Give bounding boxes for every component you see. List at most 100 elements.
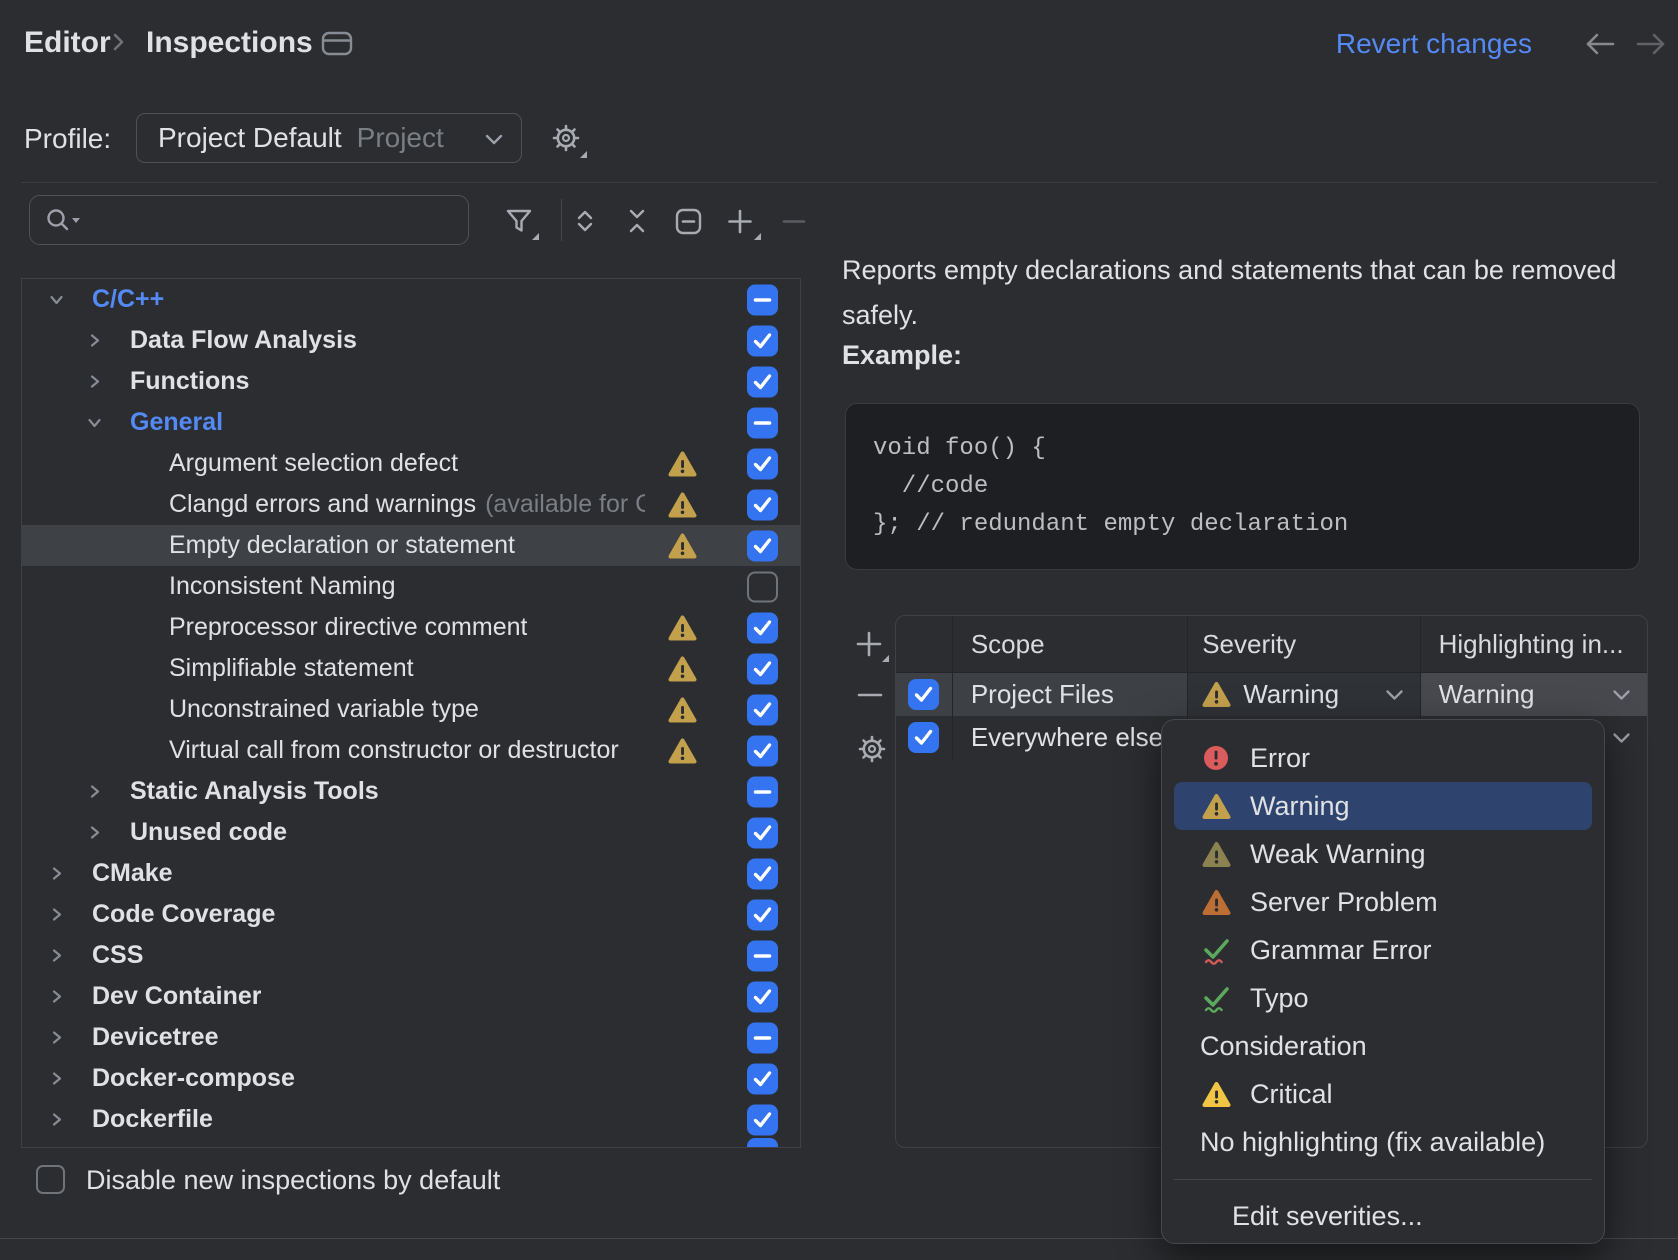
tree-item-c-c[interactable]: C/C++ xyxy=(22,279,800,320)
tree-item-checkbox[interactable] xyxy=(747,1063,778,1094)
tree-item-simplifiable-statement[interactable]: Simplifiable statement xyxy=(22,648,800,689)
tree-item-checkbox[interactable] xyxy=(747,1104,778,1135)
chevron-down-icon xyxy=(485,134,503,145)
tree-item-checkbox[interactable] xyxy=(747,899,778,930)
chevron-right-icon[interactable] xyxy=(48,1111,92,1128)
disable-inspection-icon[interactable] xyxy=(673,206,703,236)
example-label: Example: xyxy=(842,340,962,371)
tree-item-checkbox[interactable] xyxy=(747,858,778,889)
tree-item-checkbox[interactable] xyxy=(747,940,778,971)
tree-item-dev-container[interactable]: Dev Container xyxy=(22,976,800,1017)
tree-item-unconstrained-variable-type[interactable]: Unconstrained variable type xyxy=(22,689,800,730)
tree-item-checkbox[interactable] xyxy=(747,1022,778,1053)
window-icon[interactable] xyxy=(321,30,354,58)
profile-select[interactable]: Project Default Project xyxy=(136,113,522,163)
tree-item-checkbox[interactable] xyxy=(747,612,778,643)
severity-option-server-problem[interactable]: Server Problem xyxy=(1174,878,1592,926)
chevron-right-icon[interactable] xyxy=(86,783,130,800)
chevron-down-icon[interactable] xyxy=(86,414,130,431)
forward-arrow-icon[interactable] xyxy=(1633,31,1669,57)
severity-option-consideration[interactable]: Consideration xyxy=(1174,1022,1592,1070)
code-example: void foo() { //code }; // redundant empt… xyxy=(873,430,1639,544)
tree-item-checkbox[interactable] xyxy=(747,571,778,602)
tree-item-checkbox[interactable] xyxy=(747,407,778,438)
scope-checkbox[interactable] xyxy=(908,679,939,710)
breadcrumb-editor[interactable]: Editor xyxy=(24,26,111,60)
edit-severities-item[interactable]: Edit severities... xyxy=(1162,1192,1604,1240)
tree-item-checkbox[interactable] xyxy=(747,489,778,520)
tree-item-static-analysis-tools[interactable]: Static Analysis Tools xyxy=(22,771,800,812)
tree-item-cmake[interactable]: CMake xyxy=(22,853,800,894)
chevron-right-icon[interactable] xyxy=(48,947,92,964)
disable-new-inspections-checkbox[interactable] xyxy=(36,1165,65,1194)
severity-option-no-highlighting-fix-available[interactable]: No highlighting (fix available) xyxy=(1174,1118,1592,1166)
search-input[interactable] xyxy=(92,204,456,237)
scope-checkbox[interactable] xyxy=(908,722,939,753)
tree-item-docker-compose[interactable]: Docker-compose xyxy=(22,1058,800,1099)
tree-item-argument-selection-defect[interactable]: Argument selection defect xyxy=(22,443,800,484)
tree-item-label: Simplifiable statement xyxy=(169,654,414,683)
remove-inspection-icon[interactable] xyxy=(780,206,808,236)
tree-item-dockerfile[interactable]: Dockerfile xyxy=(22,1099,800,1140)
severity-option-label: Server Problem xyxy=(1250,887,1438,918)
column-highlighting: Highlighting in... xyxy=(1439,629,1624,660)
back-arrow-icon[interactable] xyxy=(1582,31,1618,57)
severity-option-weak-warning[interactable]: Weak Warning xyxy=(1174,830,1592,878)
chevron-right-icon[interactable] xyxy=(48,906,92,923)
tree-item-checkbox[interactable] xyxy=(747,694,778,725)
profile-gear-icon[interactable] xyxy=(549,122,589,160)
tree-item-checkbox[interactable] xyxy=(747,981,778,1012)
tree-item-inconsistent-naming[interactable]: Inconsistent Naming xyxy=(22,566,800,607)
search-field[interactable] xyxy=(29,195,469,245)
chevron-right-icon[interactable] xyxy=(48,988,92,1005)
revert-changes-link[interactable]: Revert changes xyxy=(1336,28,1532,60)
tree-item-label: General xyxy=(130,408,223,437)
chevron-right-icon[interactable] xyxy=(86,332,130,349)
scope-settings-gear-icon[interactable] xyxy=(855,732,889,766)
tree-item-preprocessor-directive-comment[interactable]: Preprocessor directive comment xyxy=(22,607,800,648)
chevron-right-icon[interactable] xyxy=(86,824,130,841)
tree-item-empty-declaration-or-statement[interactable]: Empty declaration or statement xyxy=(22,525,800,566)
severity-cell[interactable]: Warning xyxy=(1188,673,1420,716)
collapse-all-icon[interactable] xyxy=(622,206,652,236)
severity-option-warning[interactable]: Warning xyxy=(1174,782,1592,830)
tree-item-devicetree[interactable]: Devicetree xyxy=(22,1017,800,1058)
expand-all-icon[interactable] xyxy=(570,206,600,236)
highlighting-cell[interactable]: Warning xyxy=(1421,673,1647,716)
tree-item-label: Functions xyxy=(130,367,249,396)
severity-option-grammar-error[interactable]: Grammar Error xyxy=(1174,926,1592,974)
tree-item-checkbox[interactable] xyxy=(747,776,778,807)
severity-option-error[interactable]: Error xyxy=(1174,734,1592,782)
chevron-right-icon[interactable] xyxy=(86,373,130,390)
tree-item-clangd-errors-and-warnings[interactable]: Clangd errors and warnings(available for… xyxy=(22,484,800,525)
tree-item-general[interactable]: General xyxy=(22,402,800,443)
tree-item-checkbox[interactable] xyxy=(747,366,778,397)
scope-row-project-files[interactable]: Project FilesWarningWarning xyxy=(896,673,1647,716)
tree-item-label: Unused code xyxy=(130,818,287,847)
tree-item-checkbox[interactable] xyxy=(747,817,778,848)
tree-item-css[interactable]: CSS xyxy=(22,935,800,976)
tree-item-checkbox[interactable] xyxy=(747,735,778,766)
add-scope-icon[interactable] xyxy=(855,630,891,664)
tree-item-data-flow-analysis[interactable]: Data Flow Analysis xyxy=(22,320,800,361)
tree-item-checkbox[interactable] xyxy=(747,448,778,479)
add-inspection-icon[interactable] xyxy=(725,206,763,242)
tree-item-checkbox[interactable] xyxy=(747,284,778,315)
chevron-right-icon[interactable] xyxy=(48,865,92,882)
severity-option-label: Weak Warning xyxy=(1250,839,1426,870)
tree-item-virtual-call-from-constructor-or-destructor[interactable]: Virtual call from constructor or destruc… xyxy=(22,730,800,771)
chevron-right-icon[interactable] xyxy=(48,1070,92,1087)
remove-scope-icon[interactable] xyxy=(855,681,885,709)
tree-item-code-coverage[interactable]: Code Coverage xyxy=(22,894,800,935)
tree-item-checkbox[interactable] xyxy=(747,325,778,356)
tree-item-unused-code[interactable]: Unused code xyxy=(22,812,800,853)
severity-option-critical[interactable]: Critical xyxy=(1174,1070,1592,1118)
tree-item-label: Virtual call from constructor or destruc… xyxy=(169,736,619,765)
tree-item-checkbox[interactable] xyxy=(747,530,778,561)
chevron-right-icon[interactable] xyxy=(48,1029,92,1046)
tree-item-checkbox[interactable] xyxy=(747,653,778,684)
tree-item-functions[interactable]: Functions xyxy=(22,361,800,402)
severity-option-typo[interactable]: Typo xyxy=(1174,974,1592,1022)
filter-icon[interactable] xyxy=(503,206,541,242)
chevron-down-icon[interactable] xyxy=(48,291,92,308)
